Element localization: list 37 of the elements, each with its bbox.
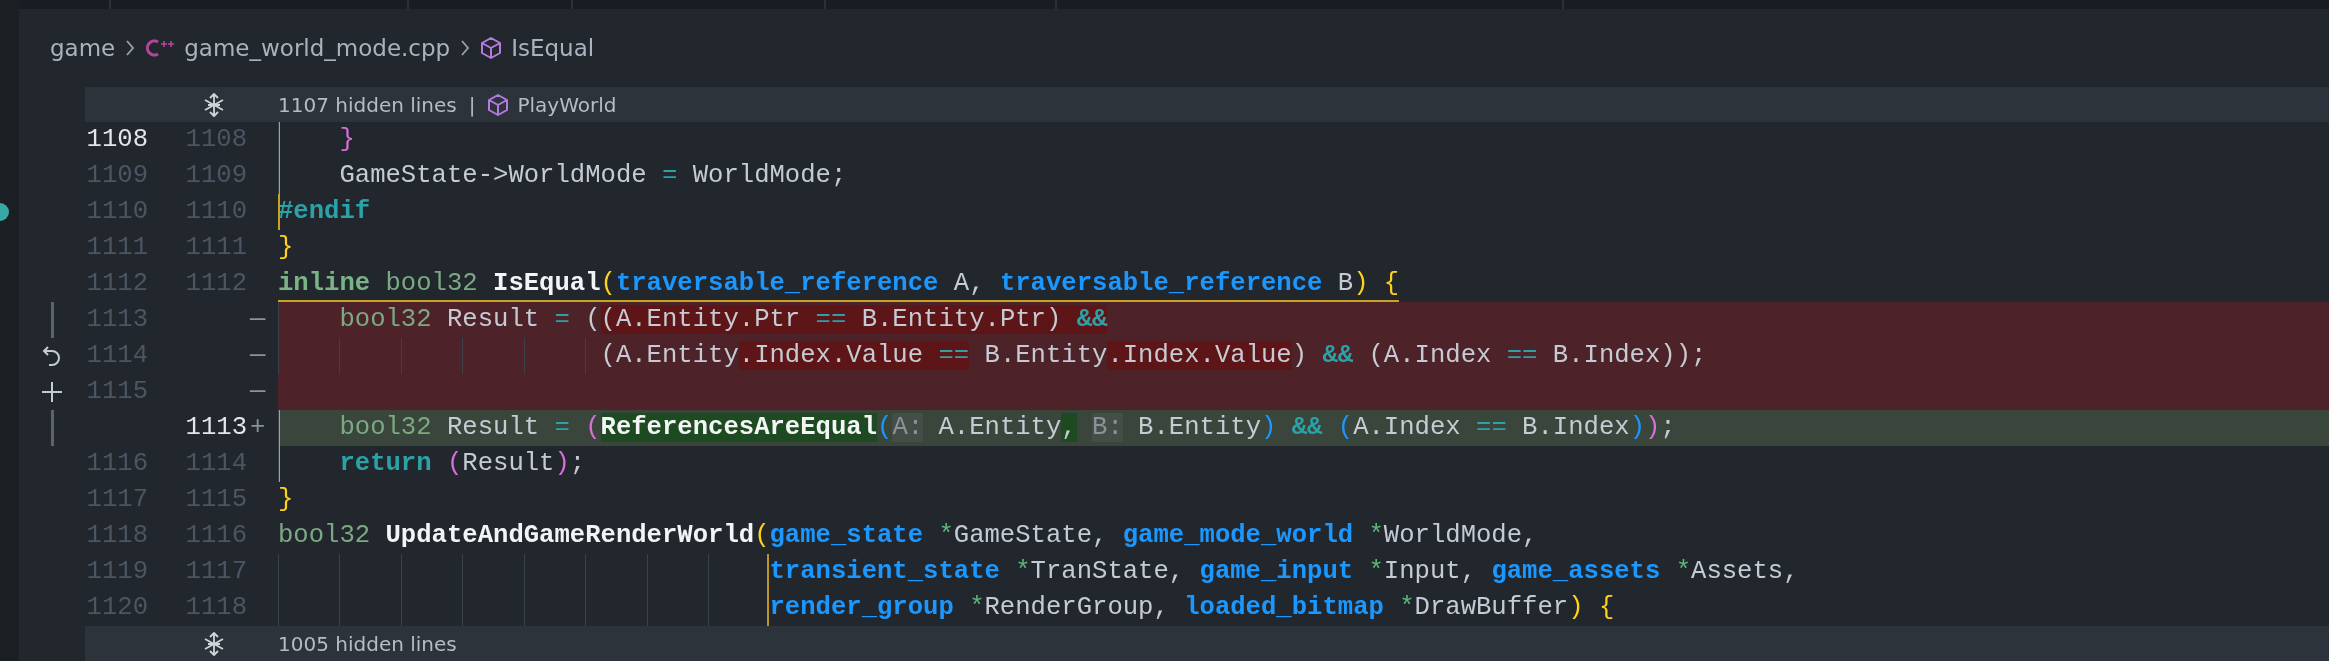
- line-number: 1108: [86, 125, 148, 154]
- code-line: GameState->WorldMode = WorldMode;: [278, 158, 847, 192]
- diff-marker: —: [250, 341, 266, 370]
- hidden-lines-bar[interactable]: 1107 hidden lines | PlayWorld: [85, 87, 2329, 122]
- code-line: bool32 UpdateAndGameRenderWorld(game_state *GameState, game_mode_world *WorldMode,: [278, 520, 1538, 552]
- code-line: }: [278, 484, 294, 516]
- code-line: render_group *RenderGroup, loaded_bitmap *DrawBuffer) {: [278, 590, 1615, 624]
- breadcrumb-item[interactable]: IsEqual: [511, 35, 595, 61]
- hidden-lines-bar[interactable]: 1005 hidden lines: [85, 626, 2329, 661]
- code-line: (A.Entity.Index.Value == B.Entity.Index.Value) && (A.Index == B.Index));: [278, 338, 1707, 372]
- expand-icon: [202, 91, 226, 118]
- cube-icon: [480, 36, 503, 60]
- expand-icon: [202, 630, 226, 657]
- line-number: 1113: [185, 413, 247, 442]
- diff-marker: —: [250, 305, 266, 334]
- breadcrumb-item[interactable]: game_world_mode.cpp: [184, 35, 451, 61]
- change-bar: [50, 410, 54, 446]
- hidden-lines-label: 1107 hidden lines: [278, 92, 457, 117]
- cpp-icon: [145, 37, 176, 59]
- code-line: bool32 Result = (ReferencesAreEqual(A: A.Entity, B: B.Entity) && (A.Index == B.Index));: [278, 410, 1676, 444]
- hidden-lines-label: 1005 hidden lines: [278, 631, 457, 656]
- diff-marker: +: [250, 413, 266, 442]
- symbol-name: PlayWorld: [517, 92, 617, 117]
- code-line: return (Result);: [278, 446, 586, 480]
- code-line: transient_state *TranState, game_input *Input, game_assets *Assets,: [278, 554, 1799, 588]
- code-line: }: [278, 122, 355, 156]
- breadcrumb-item[interactable]: game: [50, 35, 116, 61]
- chevron-icon: [459, 38, 472, 58]
- code-line: bool32 Result = ((A.Entity.Ptr == B.Entity.Ptr) &&: [278, 302, 1108, 336]
- separator: |: [468, 92, 476, 117]
- cube-icon: [487, 92, 510, 117]
- chevron-icon: [124, 38, 137, 58]
- code-line: #endif: [278, 196, 371, 228]
- diff-marker: —: [250, 377, 266, 406]
- code-line: }: [278, 232, 294, 264]
- change-bar: [50, 302, 54, 338]
- plus-icon: [40, 380, 64, 404]
